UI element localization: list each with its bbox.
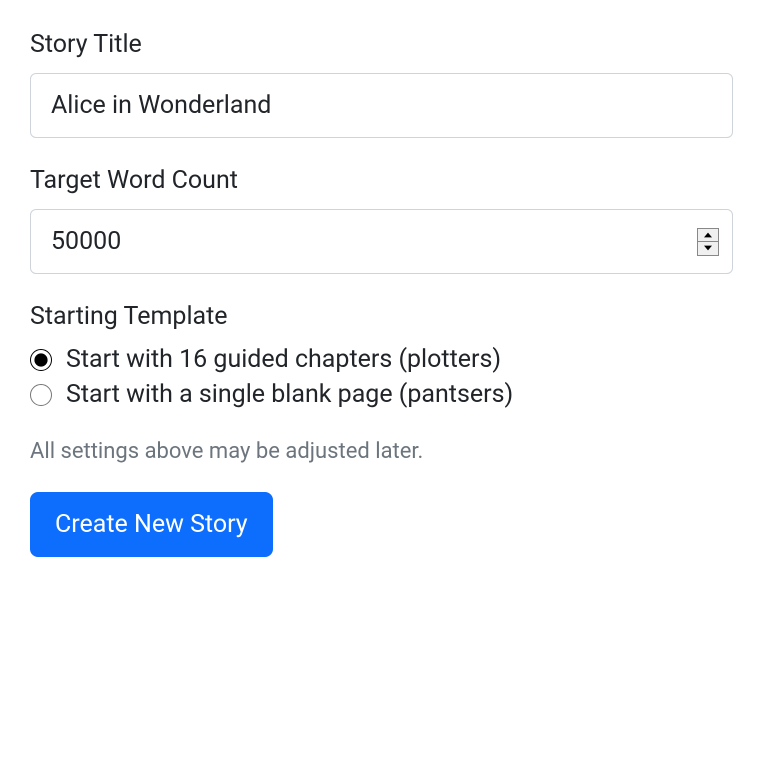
number-spinner[interactable]	[697, 228, 719, 256]
template-label: Starting Template	[30, 302, 733, 331]
template-radio-label: Start with a single blank page (pantsers…	[66, 380, 513, 409]
template-radio-plotters[interactable]	[30, 349, 52, 371]
spinner-down-button[interactable]	[698, 242, 718, 255]
spinner-up-button[interactable]	[698, 229, 718, 243]
template-radio-label: Start with 16 guided chapters (plotters)	[66, 345, 501, 374]
template-option-plotters[interactable]: Start with 16 guided chapters (plotters)	[30, 345, 733, 374]
template-radio-pantsers[interactable]	[30, 384, 52, 406]
story-title-label: Story Title	[30, 30, 733, 59]
create-story-button[interactable]: Create New Story	[30, 492, 273, 557]
word-count-label: Target Word Count	[30, 166, 733, 195]
help-text: All settings above may be adjusted later…	[30, 439, 733, 464]
chevron-up-icon	[704, 232, 712, 238]
template-option-pantsers[interactable]: Start with a single blank page (pantsers…	[30, 380, 733, 409]
chevron-down-icon	[704, 245, 712, 251]
story-title-input[interactable]	[30, 73, 733, 138]
word-count-input[interactable]	[30, 209, 733, 274]
